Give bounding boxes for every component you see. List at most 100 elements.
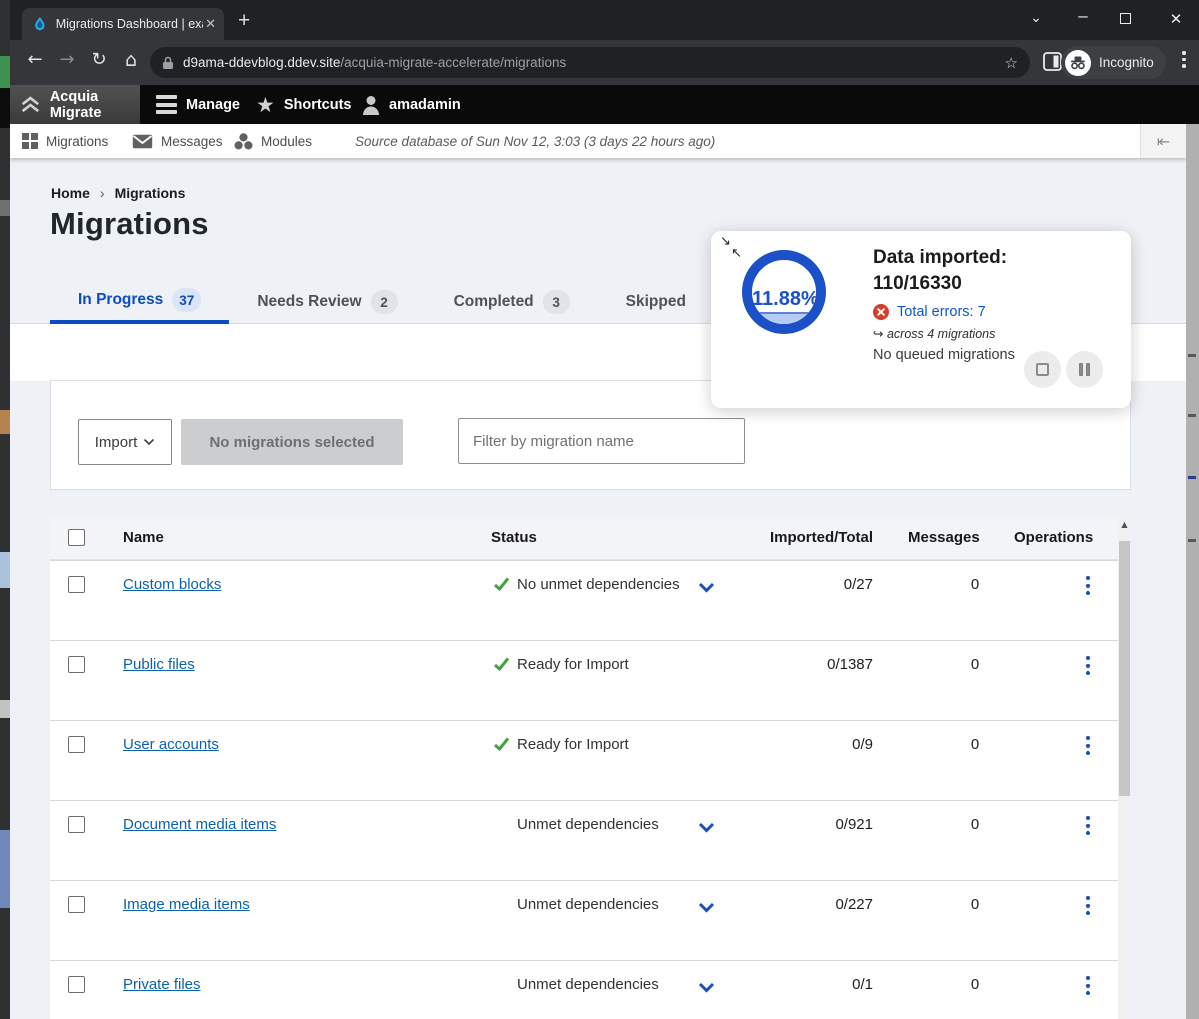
new-tab-button[interactable]: +: [238, 9, 250, 33]
incognito-icon: [1065, 50, 1091, 76]
import-dropdown-button[interactable]: Import: [78, 419, 172, 465]
row-checkbox[interactable]: [68, 656, 85, 673]
row-checkbox[interactable]: [68, 976, 85, 993]
pause-button[interactable]: [1066, 351, 1103, 388]
table-row: Public filesReady for Import0/13870: [50, 640, 1131, 720]
address-bar[interactable]: d9ama-ddevblog.ddev.site/acquia-migrate-…: [150, 47, 1030, 78]
window-maximize-button[interactable]: [1120, 13, 1131, 24]
table-scrollbar[interactable]: ▲: [1118, 516, 1131, 1019]
sliver-speck: [1188, 414, 1196, 417]
browser-navbar: ← → ↻ ⌂ d9ama-ddevblog.ddev.site/acquia-…: [10, 40, 1199, 85]
scrollbar-thumb[interactable]: [1119, 541, 1130, 796]
filter-migration-input[interactable]: [458, 418, 745, 464]
scrollbar-up-icon[interactable]: ▲: [1118, 520, 1131, 529]
migration-name-link[interactable]: Image media items: [123, 896, 250, 913]
tab-skipped[interactable]: Skipped: [598, 280, 714, 324]
sliver-speck: [1188, 354, 1196, 357]
migration-name-link[interactable]: Private files: [123, 976, 201, 993]
row-checkbox[interactable]: [68, 576, 85, 593]
page-title: Migrations: [50, 206, 209, 242]
toolbar-item-label: Manage: [186, 97, 240, 113]
data-imported-label: Data imported:: [873, 245, 1015, 271]
tab-close-icon[interactable]: ✕: [205, 17, 216, 32]
browser-menu-icon[interactable]: [1182, 51, 1186, 68]
modules-icon: [234, 133, 253, 150]
bookmark-star-icon[interactable]: ☆: [1005, 54, 1018, 72]
nav-item-migrations[interactable]: Migrations: [22, 124, 108, 158]
messages-count: 0: [955, 576, 995, 593]
operations-menu-icon[interactable]: [1082, 816, 1094, 835]
toolbar-item-label: Acquia Migrate: [50, 89, 140, 121]
select-all-checkbox[interactable]: [68, 529, 85, 546]
column-header-messages: Messages: [908, 529, 980, 546]
toolbar-item-shortcuts[interactable]: ★ Shortcuts: [256, 85, 352, 124]
migration-name-link[interactable]: Custom blocks: [123, 576, 221, 593]
screen: Migrations Dashboard | example ✕ + ⌄ – ✕…: [0, 0, 1199, 1019]
home-button[interactable]: ⌂: [118, 49, 144, 71]
status-text: Ready for Import: [517, 656, 629, 673]
migration-name-link[interactable]: Document media items: [123, 816, 276, 833]
operations-menu-icon[interactable]: [1082, 576, 1094, 595]
sliver-segment: [0, 552, 10, 588]
messages-count: 0: [955, 656, 995, 673]
tab-completed[interactable]: Completed3: [426, 280, 598, 324]
sliver-speck: [1188, 476, 1196, 479]
imported-total-value: 0/1: [710, 976, 873, 993]
window-minimize-button[interactable]: –: [1073, 6, 1093, 26]
star-icon: ★: [256, 93, 275, 117]
progress-ring: 11.88%: [742, 250, 826, 334]
table-row: Document media itemsUnmet dependencies0/…: [50, 800, 1131, 880]
migrations-table: Name Status Imported/Total Messages Oper…: [50, 516, 1131, 1019]
imported-total-value: 0/227: [710, 896, 873, 913]
reload-button[interactable]: ↻: [86, 49, 112, 70]
operations-menu-icon[interactable]: [1082, 656, 1094, 675]
toolbar-item-user[interactable]: amadamin: [362, 85, 461, 124]
chevron-down-icon: [143, 438, 155, 446]
stop-button[interactable]: [1024, 351, 1061, 388]
grid-icon: [22, 133, 38, 149]
messages-count: 0: [955, 816, 995, 833]
row-checkbox[interactable]: [68, 736, 85, 753]
background-window-sliver-left: [0, 0, 10, 1019]
forward-button[interactable]: →: [54, 49, 80, 70]
pause-icon: [1079, 363, 1090, 376]
sliver-segment: [0, 410, 10, 434]
table-row: Private filesUnmet dependencies0/10: [50, 960, 1131, 1019]
browser-tab[interactable]: Migrations Dashboard | example ✕: [22, 8, 224, 40]
nav-item-messages[interactable]: Messages: [132, 124, 223, 158]
window-tabsearch-chevron-icon[interactable]: ⌄: [1026, 10, 1046, 26]
window-close-button[interactable]: ✕: [1166, 10, 1186, 28]
total-errors-link[interactable]: Total errors: 7: [897, 304, 986, 320]
operations-menu-icon[interactable]: [1082, 896, 1094, 915]
collapse-arrow-icon[interactable]: ↖: [731, 246, 742, 261]
incognito-badge: Incognito: [1061, 46, 1166, 79]
import-dropdown-label: Import: [95, 434, 138, 451]
operations-menu-icon[interactable]: [1082, 976, 1094, 995]
browser-titlebar: Migrations Dashboard | example ✕ + ⌄ – ✕: [10, 0, 1199, 40]
nav-item-modules[interactable]: Modules: [234, 124, 312, 158]
operations-menu-icon[interactable]: [1082, 736, 1094, 755]
back-button[interactable]: ←: [22, 49, 48, 70]
lock-icon: [162, 56, 174, 70]
secondary-toolbar: Migrations Messages Modules Source datab…: [10, 124, 1186, 158]
migration-name-link[interactable]: Public files: [123, 656, 195, 673]
collapse-arrow-icon[interactable]: ↘: [720, 234, 731, 249]
tab-needs-review[interactable]: Needs Review2: [229, 280, 425, 324]
toolbar-item-manage[interactable]: Manage: [156, 85, 240, 124]
toolbar-item-acquia-migrate[interactable]: Acquia Migrate: [10, 85, 140, 124]
imported-total-value: 0/27: [710, 576, 873, 593]
messages-count: 0: [955, 736, 995, 753]
breadcrumb-home-link[interactable]: Home: [51, 185, 90, 201]
side-panel-icon[interactable]: [1043, 52, 1062, 71]
row-checkbox[interactable]: [68, 896, 85, 913]
sliver-segment: [0, 88, 10, 128]
status-text: Ready for Import: [517, 736, 629, 753]
table-row: User accountsReady for Import0/90: [50, 720, 1131, 800]
tab-in-progress[interactable]: In Progress37: [50, 280, 229, 324]
source-database-note: Source database of Sun Nov 12, 3:03 (3 d…: [355, 124, 715, 158]
row-checkbox[interactable]: [68, 816, 85, 833]
collapse-toolbar-button[interactable]: ⇤: [1140, 124, 1186, 158]
nav-item-label: Migrations: [46, 134, 108, 149]
incognito-label: Incognito: [1099, 55, 1154, 70]
migration-name-link[interactable]: User accounts: [123, 736, 219, 753]
